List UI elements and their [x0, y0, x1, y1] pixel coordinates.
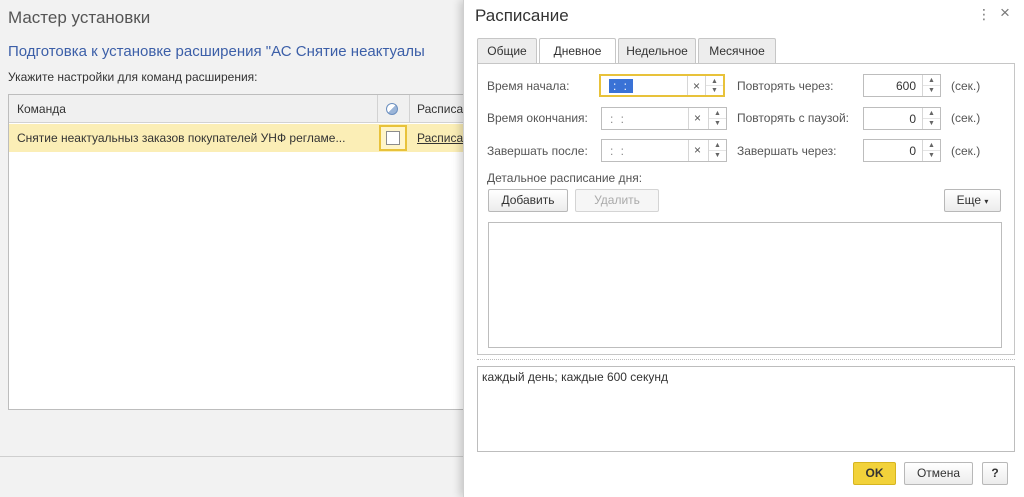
column-divider — [409, 95, 410, 123]
row-checkbox[interactable] — [386, 131, 400, 145]
number-spinner[interactable]: ▲ ▼ — [922, 108, 940, 129]
spin-down-icon[interactable]: ▼ — [706, 86, 723, 96]
clear-icon[interactable]: × — [687, 76, 705, 95]
chevron-down-icon: ▾ — [984, 197, 989, 206]
tab-daily[interactable]: Дневное — [539, 38, 616, 64]
spin-up-icon[interactable]: ▲ — [709, 140, 726, 151]
daily-tab-panel: Время начала: : : × ▲ ▼ Повторять через: … — [477, 63, 1015, 355]
clear-icon[interactable]: × — [688, 108, 706, 129]
close-icon[interactable]: × — [1000, 3, 1010, 23]
finish-after-label: Завершать после: — [487, 144, 588, 158]
spin-down-icon[interactable]: ▼ — [923, 151, 940, 162]
spin-up-icon[interactable]: ▲ — [709, 108, 726, 119]
wizard-title: Мастер установки — [8, 8, 151, 27]
table-row[interactable]: Снятие неактуальныз заказов покупателей … — [9, 124, 477, 152]
schedule-summary: каждый день; каждые 600 секунд — [477, 366, 1015, 452]
delete-button[interactable]: Удалить — [575, 189, 659, 212]
detail-schedule-list[interactable] — [488, 222, 1002, 348]
more-menu-icon[interactable]: ⋮ — [977, 6, 991, 23]
row-checkbox-cell[interactable] — [379, 125, 407, 151]
number-spinner[interactable]: ▲ ▼ — [922, 75, 940, 96]
time-spinner[interactable]: ▲ ▼ — [705, 76, 723, 95]
schedule-summary-text: каждый день; каждые 600 секунд — [482, 370, 668, 384]
row-command-cell: Снятие неактуальныз заказов покупателей … — [17, 131, 346, 145]
spin-down-icon[interactable]: ▼ — [923, 119, 940, 130]
spin-down-icon[interactable]: ▼ — [923, 86, 940, 97]
column-header-schedule[interactable]: Расписа — [417, 102, 463, 116]
repeat-pause-field[interactable]: 0 ▲ ▼ — [863, 107, 941, 130]
start-time-field[interactable]: : : × ▲ ▼ — [599, 74, 725, 97]
help-button[interactable]: ? — [982, 462, 1008, 485]
detail-schedule-label: Детальное расписание дня: — [487, 171, 643, 185]
finish-in-label: Завершать через: — [737, 144, 837, 158]
commands-table: Команда Расписа Снятие неактуальныз зака… — [8, 94, 478, 410]
clear-icon[interactable]: × — [688, 140, 706, 161]
start-time-label: Время начала: — [487, 79, 570, 93]
spin-up-icon[interactable]: ▲ — [706, 76, 723, 86]
dialog-title: Расписание — [475, 6, 569, 25]
column-header-command[interactable]: Команда — [17, 102, 66, 116]
schedule-dialog: Расписание ⋮ × Общие Дневное Недельное М… — [463, 0, 1024, 497]
end-time-label: Время окончания: — [487, 111, 588, 125]
tab-weekly[interactable]: Недельное — [618, 38, 696, 63]
repeat-pause-value: 0 — [909, 112, 916, 126]
column-divider — [377, 95, 378, 123]
finish-in-value: 0 — [909, 144, 916, 158]
spin-down-icon[interactable]: ▼ — [709, 119, 726, 130]
column-header-pie-icon[interactable] — [386, 103, 398, 115]
repeat-every-field[interactable]: 600 ▲ ▼ — [863, 74, 941, 97]
number-spinner[interactable]: ▲ ▼ — [922, 140, 940, 161]
finish-in-field[interactable]: 0 ▲ ▼ — [863, 139, 941, 162]
finish-after-value: : : — [610, 144, 627, 158]
start-time-value: : : — [609, 79, 634, 93]
repeat-every-label: Повторять через: — [737, 79, 834, 93]
more-button[interactable]: Еще ▾ — [944, 189, 1001, 212]
spin-down-icon[interactable]: ▼ — [709, 151, 726, 162]
spin-up-icon[interactable]: ▲ — [923, 75, 940, 86]
wizard-subtitle: Подготовка к установке расширения "АС Сн… — [8, 43, 425, 60]
finish-after-field[interactable]: : : × ▲ ▼ — [601, 139, 727, 162]
row-schedule-link[interactable]: Расписа — [417, 131, 463, 145]
unit-label: (сек.) — [951, 111, 981, 125]
tab-monthly[interactable]: Месячное — [698, 38, 776, 63]
repeat-pause-label: Повторять с паузой: — [737, 111, 850, 125]
unit-label: (сек.) — [951, 79, 981, 93]
divider — [477, 359, 1015, 360]
end-time-field[interactable]: : : × ▲ ▼ — [601, 107, 727, 130]
time-spinner[interactable]: ▲ ▼ — [708, 108, 726, 129]
spin-up-icon[interactable]: ▲ — [923, 108, 940, 119]
table-header: Команда Расписа — [9, 95, 477, 123]
cancel-button[interactable]: Отмена — [904, 462, 973, 485]
time-spinner[interactable]: ▲ ▼ — [708, 140, 726, 161]
tab-general[interactable]: Общие — [477, 38, 537, 63]
spin-up-icon[interactable]: ▲ — [923, 140, 940, 151]
unit-label: (сек.) — [951, 144, 981, 158]
repeat-every-value: 600 — [895, 79, 916, 93]
add-button[interactable]: Добавить — [488, 189, 568, 212]
divider — [0, 456, 463, 457]
end-time-value: : : — [610, 112, 627, 126]
ok-button[interactable]: OK — [853, 462, 896, 485]
more-button-label: Еще — [956, 193, 982, 207]
wizard-hint: Укажите настройки для команд расширения: — [8, 70, 258, 84]
